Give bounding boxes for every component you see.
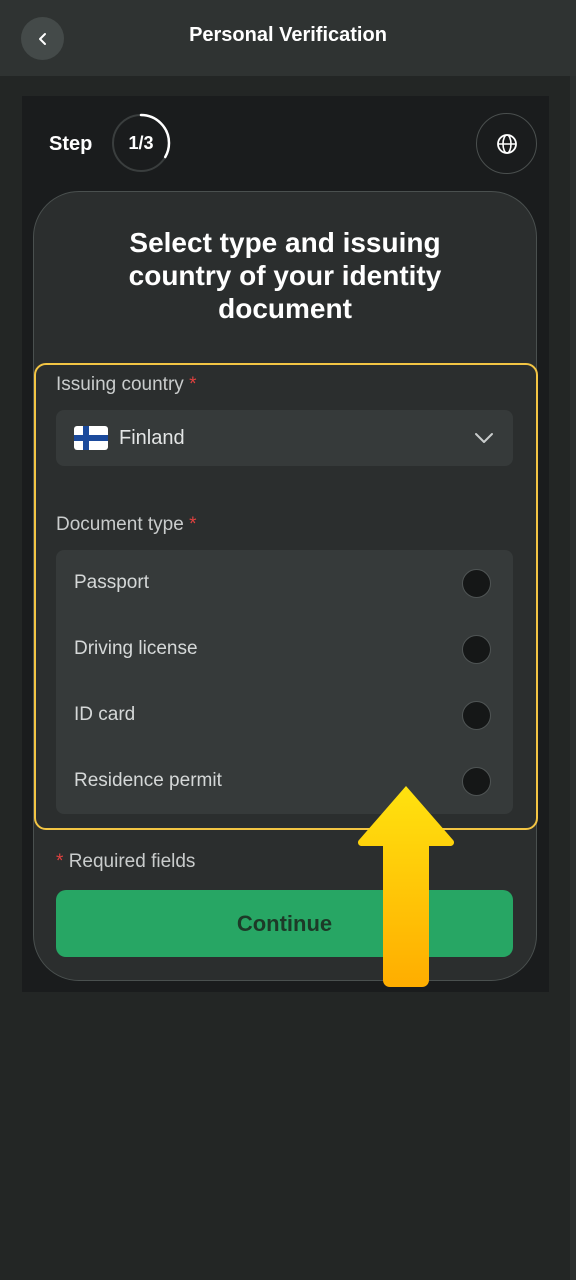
required-star: * bbox=[56, 851, 64, 872]
card-title: Select type and issuing country of your … bbox=[128, 227, 442, 324]
page-title: Personal Verification bbox=[189, 24, 387, 46]
required-fields-note: * Required fields bbox=[56, 851, 195, 873]
arrow-up-icon bbox=[358, 786, 454, 987]
globe-icon bbox=[496, 133, 517, 154]
highlight-frame bbox=[34, 363, 538, 830]
required-fields-text: Required fields bbox=[68, 851, 196, 872]
continue-label: Continue bbox=[236, 910, 333, 936]
language-button[interactable] bbox=[476, 113, 537, 174]
top-bar: Personal Verification bbox=[0, 0, 576, 76]
step-label: Step bbox=[49, 133, 93, 155]
step-counter: 1/3 bbox=[128, 132, 154, 153]
scroll-edge bbox=[570, 76, 576, 1280]
